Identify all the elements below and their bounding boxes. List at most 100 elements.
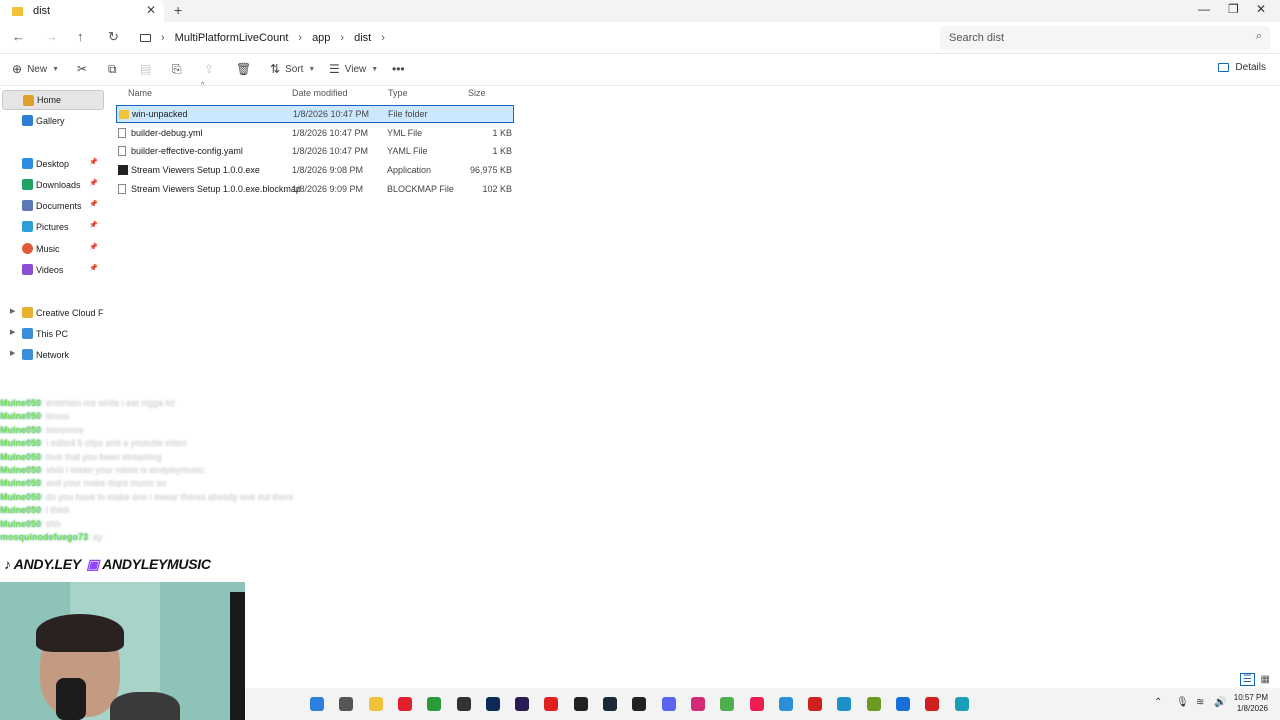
file-explorer-icon[interactable] (368, 697, 383, 711)
close-window-button[interactable]: ✕ (1256, 2, 1266, 16)
up-button[interactable]: ↑ (77, 29, 84, 44)
tiles-view-icon[interactable]: ▦ (1261, 674, 1270, 685)
sidebar-item-this-pc[interactable]: ▶ This PC (2, 324, 104, 344)
photoshop-icon[interactable] (485, 697, 500, 711)
clock[interactable]: 10:57 PM 1/8/2026 (1234, 692, 1268, 714)
obs-icon[interactable] (573, 697, 588, 711)
chat-message: Mulne050: bruuu (0, 411, 360, 424)
sidebar-item-gallery[interactable]: Gallery (2, 111, 104, 131)
chevron-right-icon[interactable]: ▶ (10, 328, 15, 336)
file-row[interactable]: Stream Viewers Setup 1.0.0.exe 1/8/2026 … (116, 161, 514, 179)
column-header-name[interactable]: Name (128, 88, 152, 102)
new-tab-button[interactable]: + (174, 2, 182, 18)
opera-icon[interactable] (397, 697, 412, 711)
back-button[interactable]: ← (12, 29, 25, 44)
breadcrumb-item[interactable]: MultiPlatformLiveCount (175, 32, 289, 44)
sidebar-item-desktop[interactable]: Desktop 📌 (2, 154, 104, 174)
sort-button[interactable]: ⇅ Sort ▼ (270, 62, 315, 76)
chat-text: : love that you been streaming (41, 451, 162, 462)
file-name: win-unpacked (132, 109, 188, 119)
app-icon[interactable] (456, 697, 471, 711)
search-placeholder: Search dist (949, 32, 1005, 44)
more-options-button[interactable]: ••• (392, 62, 405, 76)
breadcrumb-item[interactable]: app (312, 32, 330, 44)
discord-icon[interactable] (661, 697, 676, 711)
premiere-icon[interactable] (515, 697, 530, 711)
pin-icon: 📌 (89, 180, 98, 187)
share-icon[interactable]: ⇪ (204, 62, 214, 76)
delete-icon[interactable]: 🗑 (236, 62, 251, 76)
chevron-up-icon[interactable]: ⌃ (1154, 697, 1162, 708)
chat-text: : ay (88, 531, 103, 542)
file-size: 96,975 KB (469, 165, 512, 175)
file-type: Application (387, 165, 432, 175)
computer-icon (140, 34, 151, 42)
start-icon[interactable] (310, 697, 324, 711)
social-handles: ♪ ANDY.LEY ▣ ANDYLEYMUSIC (4, 556, 211, 573)
sidebar-item-music[interactable]: Music 📌 (2, 239, 104, 259)
close-tab-icon[interactable]: ✕ (146, 3, 156, 17)
breadcrumb: › MultiPlatformLiveCount › app › dist › (140, 26, 930, 50)
maximize-button[interactable]: ❐ (1228, 2, 1239, 16)
sidebar-item-pictures[interactable]: Pictures 📌 (2, 217, 104, 237)
steam-icon[interactable] (603, 697, 617, 711)
file-row[interactable]: Stream Viewers Setup 1.0.0.exe.blockmap … (116, 180, 514, 198)
youtube-music-icon[interactable] (544, 697, 559, 711)
rename-icon[interactable]: ⎘ (172, 62, 182, 77)
sidebar-item-documents[interactable]: Documents 📌 (2, 196, 104, 216)
minimize-button[interactable]: — (1198, 2, 1210, 16)
terminal-icon[interactable] (339, 697, 354, 711)
edge2-icon[interactable] (954, 697, 969, 711)
refresh-button[interactable]: ↻ (108, 29, 119, 45)
chrome-icon[interactable] (720, 697, 735, 711)
chat-username: Mulne050 (0, 464, 42, 475)
sidebar-item-videos[interactable]: Videos 📌 (2, 260, 104, 280)
tiktok-icon[interactable] (749, 697, 764, 711)
view-button[interactable]: ☰ View ▼ (329, 62, 378, 76)
chevron-right-icon[interactable]: ▶ (10, 307, 15, 315)
chat-username: Mulne050 (0, 411, 42, 422)
tab-dist[interactable]: dist ✕ (0, 0, 164, 22)
search-input[interactable]: Search dist ⌕ (940, 26, 1270, 50)
sidebar-item-creative-cloud[interactable]: ▶ Creative Cloud File (2, 303, 104, 323)
paste-icon[interactable]: ▤ (140, 62, 151, 76)
sidebar-item-home[interactable]: Home (2, 90, 104, 110)
file-row[interactable]: builder-effective-config.yaml 1/8/2026 1… (116, 142, 514, 160)
volume-icon[interactable]: 🔊 (1214, 697, 1226, 708)
game-icon[interactable] (808, 697, 823, 711)
file-icon (118, 146, 126, 156)
sort-icon: ⇅ (270, 62, 281, 76)
gallery-icon (22, 115, 33, 126)
file-row[interactable]: win-unpacked 1/8/2026 10:47 PM File fold… (116, 105, 514, 123)
vscode-icon[interactable] (778, 697, 793, 711)
notes-icon[interactable] (866, 697, 881, 711)
folder-icon (12, 6, 23, 16)
chatgpt-icon[interactable] (632, 697, 647, 711)
column-header-date[interactable]: Date modified (292, 88, 348, 102)
chat-message: Mulne050: love that you been streaming (0, 452, 360, 465)
copy-icon[interactable]: ⧉ (108, 62, 117, 77)
file-name: builder-effective-config.yaml (131, 146, 243, 156)
desktop-icon (22, 158, 33, 169)
microphone-icon[interactable]: 🎙 (1176, 697, 1189, 708)
sidebar-item-network[interactable]: ▶ Network (2, 345, 104, 365)
sidebar-item-downloads[interactable]: Downloads 📌 (2, 175, 104, 195)
new-button[interactable]: ⊕ New ▼ (12, 62, 59, 76)
cursor-icon[interactable] (896, 697, 910, 711)
column-header-size[interactable]: Size (468, 88, 486, 102)
details-view-icon[interactable]: ☰ (1239, 673, 1255, 686)
details-button[interactable]: Details (1218, 62, 1266, 73)
breadcrumb-item[interactable]: dist (354, 32, 371, 44)
file-row[interactable]: builder-debug.yml 1/8/2026 10:47 PM YML … (116, 124, 514, 142)
tab-title: dist (33, 5, 51, 17)
xbox-icon[interactable] (427, 697, 442, 711)
wifi-icon[interactable]: ≋ (1196, 697, 1204, 708)
column-header-type[interactable]: Type (388, 88, 408, 102)
forward-button[interactable]: → (45, 29, 58, 44)
cut-icon[interactable]: ✂ (77, 62, 87, 76)
chevron-right-icon[interactable]: ▶ (10, 349, 15, 357)
instagram-icon[interactable] (690, 697, 705, 711)
chat-message: Mulne050: entertain me while i eat nigga… (0, 398, 360, 411)
edge-icon[interactable] (837, 697, 852, 711)
capture-icon[interactable] (925, 697, 940, 711)
